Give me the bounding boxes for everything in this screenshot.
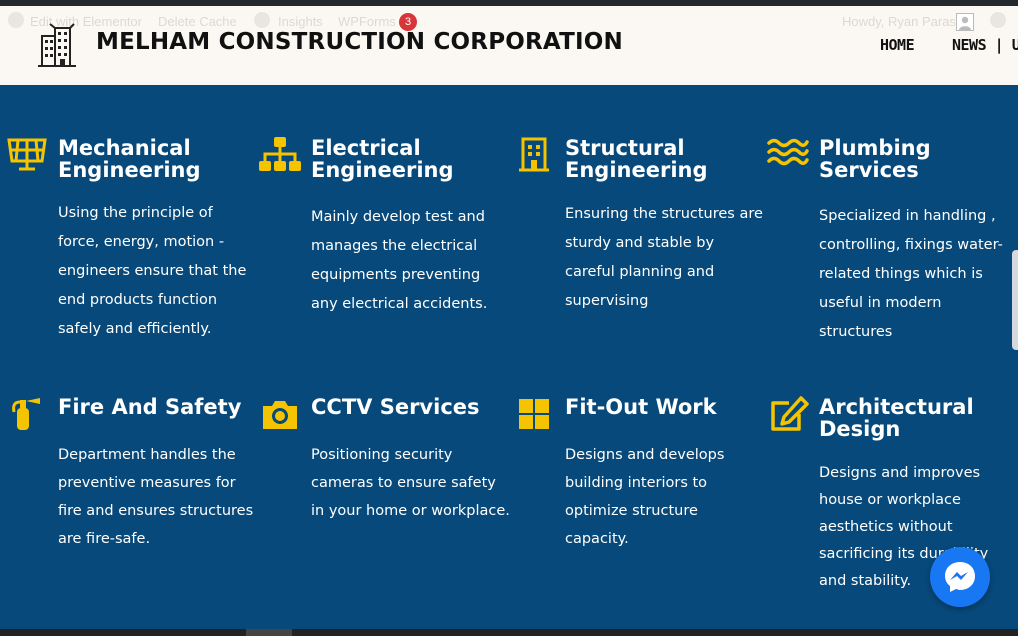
- nav-home-link[interactable]: HOME: [880, 36, 915, 54]
- fire-extinguisher-icon: [6, 396, 48, 438]
- service-description: Ensuring the structures are sturdy and s…: [565, 206, 763, 309]
- service-description: Specialized in handling , controlling, f…: [819, 208, 1003, 340]
- service-title: Plumbing Services: [819, 136, 931, 182]
- avatar[interactable]: [956, 13, 974, 31]
- water-icon: [767, 137, 809, 179]
- service-description: Mainly develop test and manages the elec…: [311, 209, 488, 312]
- building-icon: [513, 137, 555, 179]
- site-header: Edit with Elementor Delete Cache Insight…: [0, 6, 1018, 85]
- nav-news-link[interactable]: NEWS | UI: [952, 36, 1018, 54]
- bottom-scrollbar[interactable]: [0, 629, 1018, 636]
- service-title: Fit-Out Work: [565, 395, 717, 419]
- side-scroll-tab[interactable]: [1012, 250, 1018, 350]
- service-description: Positioning security cameras to ensure s…: [311, 447, 510, 519]
- service-title: Mechanical Engineering: [58, 136, 201, 182]
- edit-icon: [767, 396, 809, 438]
- admin-insights[interactable]: Insights: [278, 14, 323, 29]
- service-description: Using the principle of force, energy, mo…: [58, 205, 247, 337]
- admin-delete-cache[interactable]: Delete Cache: [158, 14, 237, 29]
- messenger-chat-button[interactable]: [930, 547, 990, 607]
- company-logo-icon[interactable]: [36, 22, 78, 68]
- service-description: Designs and develops building interiors …: [565, 447, 725, 547]
- service-title: Structural Engineering: [565, 136, 708, 182]
- grid-icon: [513, 396, 555, 438]
- elementor-icon[interactable]: [8, 12, 24, 28]
- search-icon[interactable]: [990, 12, 1006, 28]
- service-title: Architectural Design: [819, 395, 974, 441]
- sitemap-icon: [259, 137, 301, 179]
- solar-panel-icon: [6, 137, 48, 179]
- service-description: Department handles the preventive measur…: [58, 447, 254, 547]
- service-title: Fire And Safety: [58, 395, 242, 419]
- company-name[interactable]: MELHAM CONSTRUCTION CORPORATION: [96, 29, 623, 55]
- admin-greeting[interactable]: Howdy, Ryan Paras: [842, 14, 956, 29]
- service-title: Electrical Engineering: [311, 136, 454, 182]
- insights-icon[interactable]: [254, 12, 270, 28]
- scrollbar-thumb[interactable]: [246, 629, 292, 636]
- messenger-icon: [945, 562, 975, 592]
- camera-icon: [259, 396, 301, 438]
- service-title: CCTV Services: [311, 395, 480, 419]
- admin-wpforms[interactable]: WPForms: [338, 14, 396, 29]
